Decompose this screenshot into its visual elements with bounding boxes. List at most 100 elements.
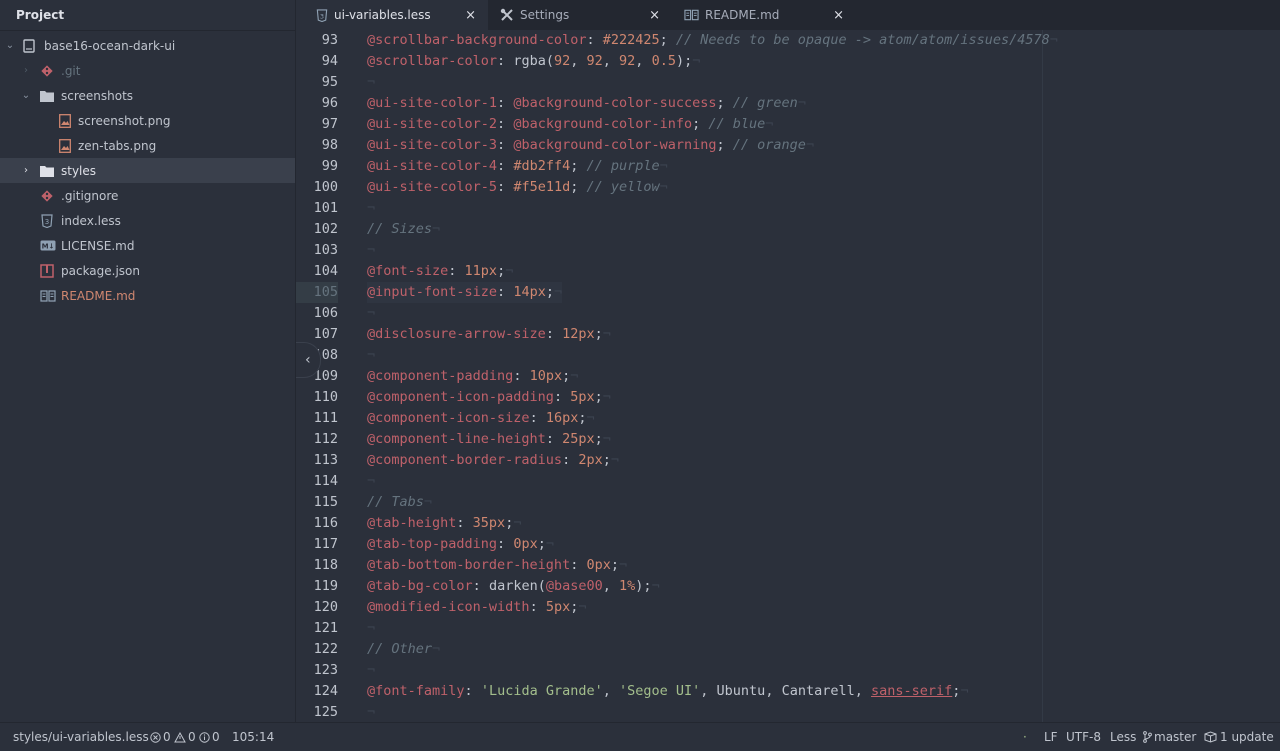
code-line[interactable]: 103 ¬ — [296, 240, 1280, 261]
tree-item-styles[interactable]: › styles — [0, 158, 295, 183]
grammar-selector[interactable]: Less — [1110, 723, 1136, 751]
code-line[interactable]: 120 @modified-icon-width: 5px;¬ — [296, 597, 1280, 618]
close-icon[interactable]: × — [649, 8, 660, 23]
chevron-down-icon[interactable]: ⌄ — [5, 40, 15, 51]
code-line[interactable]: 107 @disclosure-arrow-size: 12px;¬ — [296, 324, 1280, 345]
code-line[interactable]: 112 @component-line-height: 25px;¬ — [296, 429, 1280, 450]
tree-item-gitignore[interactable]: .gitignore — [0, 183, 295, 208]
code-line[interactable]: 96 @ui-site-color-1: @background-color-su… — [296, 93, 1280, 114]
git-branch[interactable]: master — [1143, 723, 1196, 751]
code-line[interactable]: 105 @input-font-size: 14px;¬ — [296, 282, 1280, 303]
code-line[interactable]: 118 @tab-bottom-border-height: 0px;¬ — [296, 555, 1280, 576]
code-token: ( — [537, 578, 546, 594]
tree-item-license-md[interactable]: M↓ LICENSE.md — [0, 233, 295, 258]
package-icon — [1204, 731, 1217, 743]
line-number: 117 — [313, 536, 338, 552]
git-icon — [40, 189, 54, 203]
tab-label: ui-variables.less — [334, 8, 431, 22]
code-line[interactable]: 104 @font-size: 11px;¬ — [296, 261, 1280, 282]
tree-item-screenshots[interactable]: ⌄ screenshots — [0, 83, 295, 108]
code-line[interactable]: 110 @component-icon-padding: 5px;¬ — [296, 387, 1280, 408]
code-token: // purple — [586, 158, 660, 174]
tree-root-project[interactable]: ⌄ base16-ocean-dark-ui — [0, 33, 295, 58]
code-line[interactable]: 122 // Other¬ — [296, 639, 1280, 660]
code-token: , — [635, 53, 652, 69]
code-line[interactable]: 121 ¬ — [296, 618, 1280, 639]
code-line[interactable]: 94 @scrollbar-color: rgba(92, 92, 92, 0.5… — [296, 51, 1280, 72]
code-token: #db2ff4 — [513, 158, 571, 174]
linter-warnings[interactable]: 0 — [174, 723, 196, 751]
code-line[interactable]: 98 @ui-site-color-3: @background-color-wa… — [296, 135, 1280, 156]
error-icon — [150, 731, 161, 743]
line-number: 101 — [313, 200, 338, 216]
git-icon — [40, 64, 54, 78]
code-line[interactable]: 102 // Sizes¬ — [296, 219, 1280, 240]
code-line[interactable]: 100 @ui-site-color-5: #f5e11d; // yellow¬ — [296, 177, 1280, 198]
code-token: darken — [488, 578, 538, 594]
tree-item-label: index.less — [61, 213, 121, 228]
eol-marker: ¬ — [765, 116, 774, 132]
code-token: // Sizes — [367, 221, 433, 237]
close-icon[interactable]: × — [833, 8, 844, 23]
code-line[interactable]: 116 @tab-height: 35px;¬ — [296, 513, 1280, 534]
code-line[interactable]: 117 @tab-top-padding: 0px;¬ — [296, 534, 1280, 555]
tree-item-index-less[interactable]: 3 index.less — [0, 208, 295, 233]
code-token: : — [545, 431, 563, 447]
code-token: @tab-bottom-border-height — [367, 557, 571, 573]
line-number: 100 — [313, 179, 338, 195]
code-token: @tab-bg-color — [367, 578, 473, 594]
tab-settings[interactable]: Settings × — [488, 0, 672, 30]
eol-marker: ¬ — [367, 704, 376, 720]
code-line[interactable]: 111 @component-icon-size: 16px;¬ — [296, 408, 1280, 429]
code-line[interactable]: 124 @font-family: 'Lucida Grande', 'Segoe… — [296, 681, 1280, 702]
chevron-right-icon[interactable]: › — [21, 65, 31, 76]
code-token: // blue — [708, 116, 766, 132]
code-line[interactable]: 97 @ui-site-color-2: @background-color-in… — [296, 114, 1280, 135]
line-ending-selector[interactable]: LF — [1044, 723, 1058, 751]
tab-readme-md[interactable]: README.md × — [672, 0, 856, 30]
code-line[interactable]: 125 ¬ — [296, 702, 1280, 722]
code-token: : — [497, 158, 514, 174]
encoding-selector[interactable]: UTF-8 — [1066, 723, 1101, 751]
tree-item-package-json[interactable]: package.json — [0, 258, 295, 283]
code-line[interactable]: 123 ¬ — [296, 660, 1280, 681]
code-token: ; — [692, 116, 709, 132]
text-editor[interactable]: 93 @scrollbar-background-color: #222425; … — [296, 30, 1280, 722]
code-line[interactable]: 109 @component-padding: 10px;¬ — [296, 366, 1280, 387]
code-line[interactable]: 101 ¬ — [296, 198, 1280, 219]
code-line[interactable]: 113 @component-border-radius: 2px;¬ — [296, 450, 1280, 471]
code-line[interactable]: 106 ¬ — [296, 303, 1280, 324]
code-token: ); — [675, 53, 693, 69]
code-token: 14px — [513, 284, 546, 300]
code-line[interactable]: 119 @tab-bg-color: darken(@base00, 1%);¬ — [296, 576, 1280, 597]
package-updates[interactable]: 1 update — [1204, 723, 1274, 751]
tree-item-git[interactable]: › .git — [0, 58, 295, 83]
tab-label: README.md — [705, 8, 780, 22]
line-number: 119 — [313, 578, 338, 594]
close-icon[interactable]: × — [465, 8, 476, 23]
line-code: @font-family: 'Lucida Grande', 'Segoe UI… — [367, 681, 969, 702]
status-file-path[interactable]: styles/ui-variables.less — [13, 723, 149, 751]
code-line[interactable]: 108 ¬ — [296, 345, 1280, 366]
code-token: , — [854, 683, 872, 699]
svg-text:3: 3 — [45, 218, 49, 226]
tab-ui-variables-less[interactable]: 3 ui-variables.less × — [296, 0, 488, 30]
tree-item-screenshot-png[interactable]: screenshot.png — [0, 108, 295, 133]
code-token: : — [529, 599, 546, 615]
tree-item-readme-md[interactable]: README.md — [0, 283, 295, 308]
chevron-right-icon[interactable]: › — [21, 165, 31, 176]
code-line[interactable]: 114 ¬ — [296, 471, 1280, 492]
code-line[interactable]: 93 @scrollbar-background-color: #222425; … — [296, 30, 1280, 51]
code-line[interactable]: 115 // Tabs¬ — [296, 492, 1280, 513]
code-token: : — [513, 368, 530, 384]
code-line[interactable]: 95 ¬ — [296, 72, 1280, 93]
line-number: 121 — [313, 620, 338, 636]
linter-infos[interactable]: 0 — [199, 723, 220, 751]
chevron-down-icon[interactable]: ⌄ — [21, 90, 31, 101]
linter-errors[interactable]: 0 — [150, 723, 171, 751]
code-line[interactable]: 99 @ui-site-color-4: #db2ff4; // purple¬ — [296, 156, 1280, 177]
tree-item-zen-tabs-png[interactable]: zen-tabs.png — [0, 133, 295, 158]
updates-count: 1 update — [1220, 730, 1274, 744]
status-bar: styles/ui-variables.less 0 0 0 105:14 · … — [0, 722, 1280, 751]
cursor-position[interactable]: 105:14 — [232, 723, 274, 751]
